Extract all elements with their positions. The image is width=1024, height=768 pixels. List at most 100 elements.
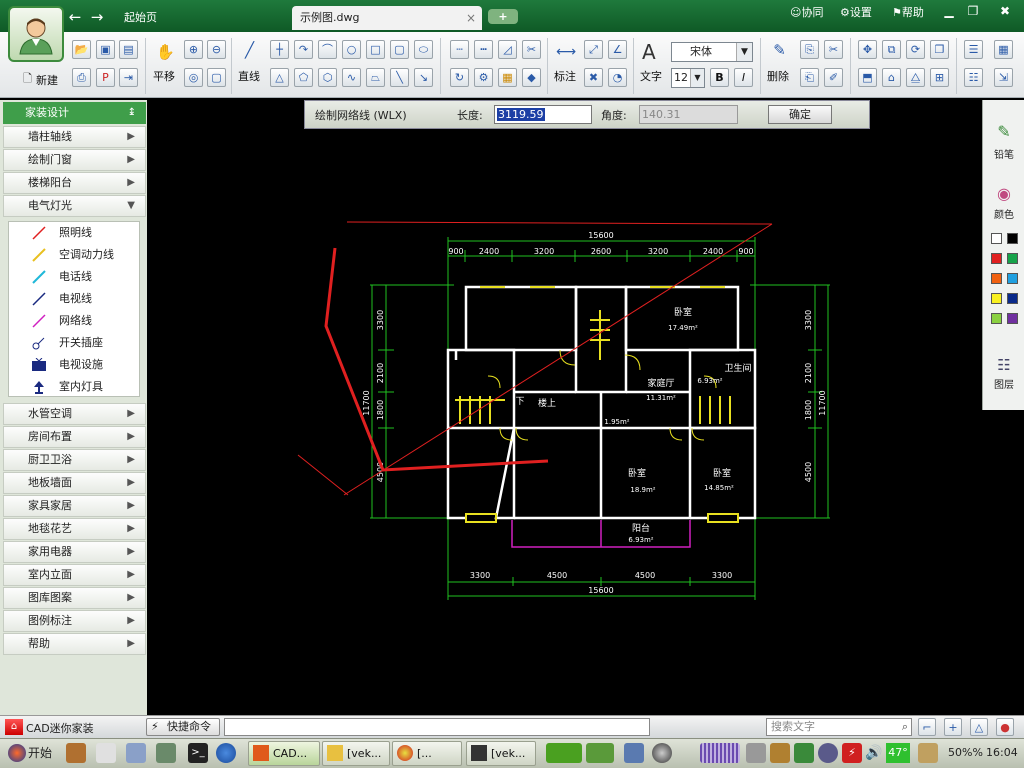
save-as-icon[interactable]: ▤ (119, 40, 138, 59)
gear-shape-icon[interactable]: ⚙ (474, 68, 493, 87)
italic-button[interactable]: I (734, 68, 753, 87)
new-button-label[interactable]: 新建 (36, 72, 58, 88)
search-input[interactable]: 搜索文字 ⌕ (766, 718, 912, 736)
trapezoid-icon[interactable]: ⏢ (366, 68, 385, 87)
text-tool-icon[interactable]: A (642, 40, 656, 64)
polyline-icon[interactable]: ↷ (294, 40, 313, 59)
help-button[interactable]: ⚑帮助 (892, 6, 924, 20)
category-item[interactable]: 地板墙面 ▶ (3, 472, 146, 494)
sub-item-ac-power-line[interactable]: 空调动力线 (9, 244, 139, 266)
close-icon[interactable]: ✖ (994, 3, 1016, 19)
print-icon[interactable]: ⎙ (72, 68, 91, 87)
color-swatch[interactable] (991, 233, 1002, 244)
triangle-tool-icon[interactable]: △ (970, 718, 988, 736)
rounded-rect-icon[interactable]: ▢ (390, 40, 409, 59)
rect-icon[interactable]: □ (366, 40, 385, 59)
copy-icon[interactable]: ⎘ (800, 40, 819, 59)
tab-close-icon[interactable]: × (466, 6, 476, 30)
zoom-window-icon[interactable]: ◎ (184, 68, 203, 87)
minimize-icon[interactable]: ▁ (938, 3, 960, 19)
forward-icon[interactable]: → (88, 8, 106, 26)
sub-item-switch-socket[interactable]: 开关插座 (9, 332, 139, 354)
pencil-label[interactable]: 铅笔 (983, 146, 1024, 161)
align-icon[interactable]: ⬒ (858, 68, 877, 87)
zoom-out-icon[interactable]: ⊖ (207, 40, 226, 59)
length-input[interactable]: 3119.59 (494, 105, 592, 124)
polygon-icon[interactable]: ⬡ (318, 68, 337, 87)
brush-icon[interactable]: ✐ (824, 68, 843, 87)
dimension-icon[interactable]: ⟷ (556, 44, 576, 63)
sub-item-tv-facility[interactable]: 电视设施 (9, 354, 139, 376)
category-item[interactable]: 帮助 ▶ (3, 633, 146, 655)
pdf-icon[interactable]: P (96, 68, 115, 87)
color-label[interactable]: 颜色 (983, 206, 1024, 221)
start-button[interactable]: 开始 (4, 742, 60, 765)
taskbar-window-folder[interactable]: [vek... (322, 741, 390, 766)
mirror-icon[interactable]: ⧋ (906, 68, 925, 87)
stretch-icon[interactable]: ⌂ (882, 68, 901, 87)
category-item[interactable]: 水管空调 ▶ (3, 403, 146, 425)
keyboard-icon[interactable] (746, 743, 766, 763)
pentagon-icon[interactable]: ⬠ (294, 68, 313, 87)
sub-item-indoor-lamp[interactable]: 室内灯具 (9, 376, 139, 398)
panda-quicklaunch-icon[interactable] (96, 743, 116, 763)
back-icon[interactable]: ← (66, 8, 84, 26)
color-wheel-icon[interactable]: ◉ (983, 184, 1024, 203)
confirm-button[interactable]: 确定 (768, 105, 832, 124)
list-icon[interactable]: ☰ (964, 40, 983, 59)
category-item[interactable]: 楼梯阳台 ▶ (3, 172, 146, 194)
aligned-dim-icon[interactable]: ⤢ (584, 40, 603, 59)
category-item[interactable]: 房间布置 ▶ (3, 426, 146, 448)
sub-item-phone-line[interactable]: 电话线 (9, 266, 139, 288)
search-icon[interactable]: ⌕ (902, 719, 908, 735)
dash-line-icon[interactable]: ┄ (450, 40, 469, 59)
layers-icon[interactable]: ☷ (983, 356, 1024, 374)
triangle-icon[interactable]: △ (270, 68, 289, 87)
angle-input[interactable]: 140.31 (639, 105, 738, 124)
category-item[interactable]: 家用电器 ▶ (3, 541, 146, 563)
move-icon[interactable]: ✥ (858, 40, 877, 59)
scale-icon[interactable]: ⧉ (882, 40, 901, 59)
color-swatch[interactable] (1007, 293, 1018, 304)
tab-home[interactable]: 起始页 (116, 6, 286, 30)
pin-icon[interactable]: ↨ (128, 102, 136, 124)
corner-icon[interactable]: ◿ (498, 40, 517, 59)
line-button-label[interactable]: 直线 (238, 68, 260, 84)
color-picker-icon[interactable]: ● (996, 718, 1014, 736)
settings-button[interactable]: ⚙设置 (840, 6, 872, 20)
grid-icon[interactable]: ⊞ (930, 68, 949, 87)
pencil-icon[interactable]: ✎ (983, 122, 1024, 141)
plus-icon[interactable]: + (944, 718, 962, 736)
zoom-extents-icon[interactable]: ▢ (207, 68, 226, 87)
dimension-button-label[interactable]: 标注 (554, 68, 576, 84)
color-swatch[interactable] (1007, 253, 1018, 264)
drawing-canvas[interactable]: 15600 900 2400 3200 2600 3200 2400 900 3… (147, 129, 982, 715)
category-item[interactable]: 图库图案 ▶ (3, 587, 146, 609)
diagonal-icon[interactable]: ╲ (390, 68, 409, 87)
ruler-icon[interactable]: ⌐ (918, 718, 936, 736)
terminal-quicklaunch-icon[interactable]: >_ (188, 743, 208, 763)
text-button-label[interactable]: 文字 (640, 68, 662, 84)
open-icon[interactable]: 📂 (72, 40, 91, 59)
tray-media-icon[interactable] (652, 743, 672, 763)
new-file-icon[interactable]: 🗋 (18, 70, 37, 89)
ellipse-icon[interactable]: ⬭ (414, 40, 433, 59)
color-swatch[interactable] (1007, 233, 1018, 244)
tab-document[interactable]: 示例图.dwg × (292, 6, 482, 30)
sub-item-tv-line[interactable]: 电视线 (9, 288, 139, 310)
color-swatch[interactable] (1007, 313, 1018, 324)
dash-dot-icon[interactable]: ┅ (474, 40, 493, 59)
zoom-in-icon[interactable]: ⊕ (184, 40, 203, 59)
pan-icon[interactable]: ✋ (156, 44, 175, 63)
font-select[interactable]: 宋体 ▼ (671, 42, 753, 62)
paste-icon[interactable]: ⎗ (800, 68, 819, 87)
fill-icon[interactable]: ◆ (522, 68, 541, 87)
insert-icon[interactable]: ⇲ (994, 68, 1013, 87)
arrow-line-icon[interactable]: ↘ (414, 68, 433, 87)
taskbar-window-terminal[interactable]: [vek... (466, 741, 536, 766)
taskbar-window-cad[interactable]: CAD... (248, 741, 320, 766)
pan-button-label[interactable]: 平移 (153, 68, 175, 84)
category-item[interactable]: 厨卫卫浴 ▶ (3, 449, 146, 471)
rotate-icon[interactable]: ↻ (450, 68, 469, 87)
tray-box-icon[interactable] (918, 743, 938, 763)
